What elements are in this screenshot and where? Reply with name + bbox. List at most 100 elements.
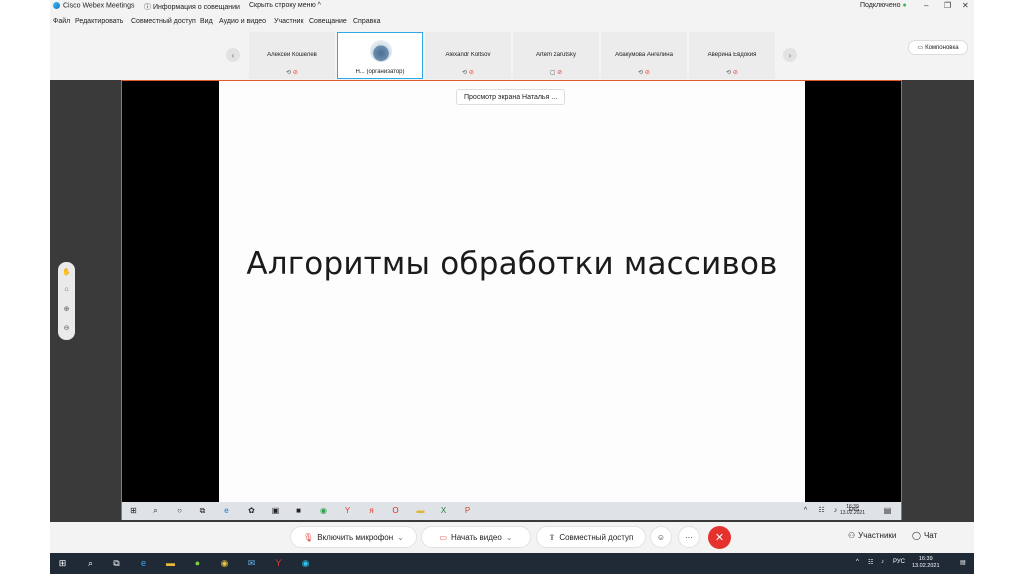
participant-status-icons: ⟲ ⊘ (689, 69, 775, 76)
yandex-icon: Y (344, 506, 351, 515)
restore-icon[interactable]: ❐ (944, 1, 951, 10)
hide-menu-button[interactable]: Скрыть строку меню ^ (249, 2, 321, 9)
title-bar: Cisco Webex Meetings ⓘ Информация о сове… (50, 0, 974, 13)
excel-icon: X (440, 506, 447, 515)
audio-icon: ⟲ (638, 70, 644, 76)
participant-status-icons: ▢ ⊘ (513, 69, 599, 76)
yandex-browser-icon: я (369, 506, 374, 515)
meeting-info-button[interactable]: ⓘ Информация о совещании (144, 2, 240, 12)
opera-icon: O (392, 506, 399, 515)
strip-prev-button[interactable]: ‹ (226, 48, 240, 62)
participant-tile[interactable]: Artem zarutsky ▢ ⊘ (513, 32, 599, 79)
layout-button[interactable]: ▭ Компоновка (908, 40, 968, 55)
edge-icon: e (224, 506, 229, 515)
taskbar-clock[interactable]: 16:39 13.02.2021 (912, 556, 940, 570)
folder-icon[interactable]: ▬ (164, 557, 177, 570)
chevron-down-icon: ⌄ (397, 532, 404, 542)
reactions-button[interactable]: ☺ (650, 526, 672, 548)
chevron-down-icon: ⌄ (505, 532, 513, 542)
edge-icon[interactable]: e (137, 557, 150, 570)
chevron-right-icon: › (788, 50, 792, 60)
menu-help[interactable]: Справка (353, 18, 380, 25)
cortana-icon: ○ (177, 506, 182, 515)
participant-tile[interactable]: Alexandr Koltsov ⟲ ⊘ (425, 32, 511, 79)
webex-logo-icon (53, 2, 60, 9)
screen-icon: ▢ (549, 70, 556, 76)
windows-taskbar: ⊞ ⌕ ⧉ e ▬ ● ◉ ✉ Y ◉ ^ ☷ ♪ РУС 16:39 13.02… (50, 553, 974, 574)
shared-taskbar: ⊞ ⌕ ○ ⧉ e ✿ ▣ ■ ◉ Y я O ▬ X P ^ ☷ ♪ ENG … (122, 502, 901, 520)
menu-participant[interactable]: Участник (274, 18, 304, 25)
network-icon: ☷ (818, 507, 825, 514)
language-indicator[interactable]: РУС (893, 559, 905, 565)
annotate-icon[interactable]: ⌂ (61, 286, 72, 293)
tray-chevron-icon: ^ (803, 507, 808, 514)
share-button[interactable]: ⇪ Совместный доступ (536, 526, 646, 548)
avatar (370, 40, 392, 62)
notification-icon[interactable]: ▤ (960, 559, 966, 566)
more-options-button[interactable]: ··· (678, 526, 700, 548)
folder-icon: ▬ (416, 506, 425, 515)
participant-tile-host[interactable]: Н... (организатор) (337, 32, 423, 79)
menu-view[interactable]: Вид (200, 18, 213, 25)
participant-tile[interactable]: Алексей Кошелев ⟲ ⊘ (249, 32, 335, 79)
menu-meeting[interactable]: Совещание (309, 18, 347, 25)
tray-chevron-icon[interactable]: ^ (856, 559, 859, 565)
person-icon: ⚇ (848, 531, 856, 540)
menu-share[interactable]: Совместный доступ (131, 18, 196, 25)
mail-icon[interactable]: ✉ (245, 557, 258, 570)
mute-icon: ⊘ (468, 70, 474, 76)
start-video-button[interactable]: ▭ Начать видео ⌄ (421, 526, 531, 548)
chat-button[interactable]: ◯ Чат (912, 531, 937, 540)
zoom-out-icon[interactable]: ⊖ (61, 324, 72, 332)
presentation-slide: Алгоритмы обработки массивов (219, 81, 805, 502)
menu-edit[interactable]: Редактировать (75, 18, 123, 25)
side-toolbar: ✋ ⌂ ⊕ ⊖ (58, 262, 75, 340)
viewing-screen-label[interactable]: Просмотр экрана Наталья ... (456, 89, 566, 105)
layout-icon: ▭ (917, 45, 924, 51)
audio-icon: ⟲ (462, 70, 468, 76)
search-icon[interactable]: ⌕ (84, 557, 97, 570)
smiley-icon: ☺ (656, 532, 666, 542)
zoom-in-icon[interactable]: ⊕ (61, 305, 72, 313)
participant-name: Alexandr Koltsov (445, 52, 491, 58)
app-icon: ✿ (248, 506, 255, 515)
windows-start-icon[interactable]: ⊞ (56, 557, 69, 570)
store-icon: ▣ (271, 506, 280, 515)
more-icon: ··· (685, 532, 693, 542)
participant-tile[interactable]: Абакумова Ангелина ⟲ ⊘ (601, 32, 687, 79)
connection-status: Подключено ● (860, 2, 907, 9)
menu-audio-video[interactable]: Аудио и видео (219, 18, 266, 25)
strip-next-button[interactable]: › (783, 48, 797, 62)
leave-meeting-button[interactable]: ✕ (708, 526, 731, 549)
mute-icon: ⊘ (732, 70, 738, 76)
search-icon: ⌕ (153, 506, 158, 515)
webex-icon[interactable]: ◉ (299, 557, 312, 570)
minimize-icon[interactable]: – (924, 1, 928, 10)
close-icon[interactable]: ✕ (962, 1, 969, 10)
chrome-icon[interactable]: ◉ (218, 557, 231, 570)
app-icon[interactable]: ● (191, 557, 204, 570)
chevron-left-icon: ‹ (231, 50, 235, 60)
network-icon[interactable]: ☷ (868, 559, 873, 566)
chat-icon: ◯ (912, 531, 921, 540)
participant-tile[interactable]: Аверина Евдокия ⟲ ⊘ (689, 32, 775, 79)
meeting-controls: 🎙 Включить микрофон ⌄ ▭ Начать видео ⌄ ⇪ Совм… (50, 522, 974, 552)
audio-icon: ⟲ (726, 70, 732, 76)
taskbar-clock: 16:39 13.02.2021 (839, 504, 865, 516)
menu-file[interactable]: Файл (53, 18, 70, 25)
participant-name: Artem zarutsky (535, 52, 576, 58)
participant-status-icons: ⟲ ⊘ (601, 69, 687, 76)
participant-name: Абакумова Ангелина (615, 52, 673, 58)
close-icon: ✕ (714, 532, 725, 544)
yandex-icon[interactable]: Y (272, 557, 285, 570)
unmute-button[interactable]: 🎙 Включить микрофон ⌄ (290, 526, 417, 548)
chrome-icon: ◉ (320, 506, 327, 515)
powerpoint-icon: P (464, 506, 471, 515)
video-off-icon: ▭ (439, 532, 447, 542)
windows-start-icon: ⊞ (130, 506, 137, 515)
volume-icon[interactable]: ♪ (881, 559, 884, 565)
task-view-icon[interactable]: ⧉ (110, 557, 123, 570)
participant-name: Н... (организатор) (355, 69, 405, 75)
pointer-icon[interactable]: ✋ (61, 268, 72, 276)
participants-button[interactable]: ⚇ Участники (848, 531, 896, 540)
